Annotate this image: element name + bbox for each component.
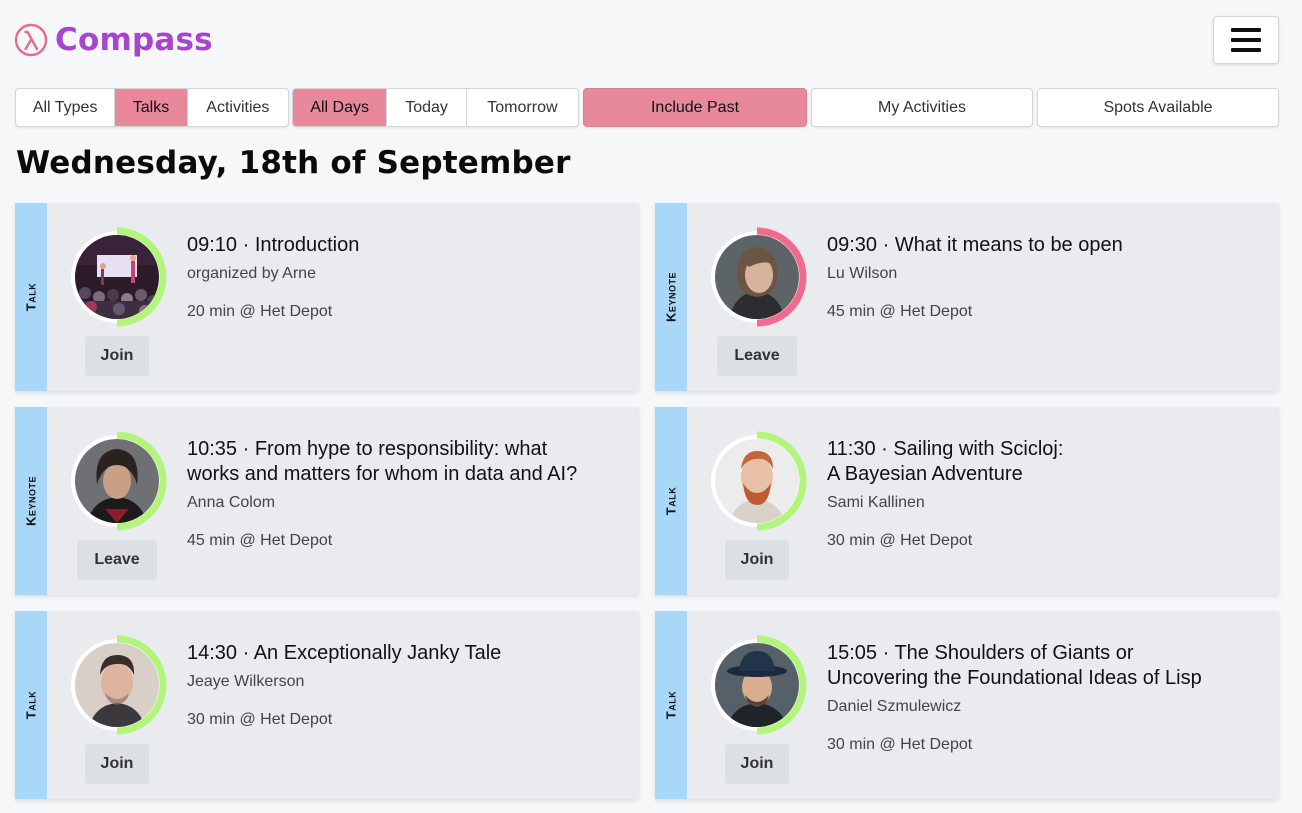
avatar-progress [707,635,807,735]
session-title-line: works and matters for whom in data and A… [187,463,578,485]
session-info: 09:10 · Introduction organized by Arne 2… [187,233,627,322]
session-type-stripe: Keynote [655,203,687,391]
session-card[interactable]: Keynote Leave 10:35 · From hype to respo… [15,407,639,595]
speaker-photo [75,439,159,523]
day-filter-group: All Days Today Tomorrow [292,88,579,127]
session-type-label: Keynote [663,272,679,322]
session-speaker: Anna Colom [187,494,276,511]
session-title-line: Uncovering the Foundational Ideas of Lis… [827,667,1202,689]
session-type-stripe: Talk [655,407,687,595]
session-photo [75,235,159,319]
session-title[interactable]: 09:30 · What it means to be open [827,233,1267,258]
session-card[interactable]: Talk Join 11:30 · Sailing with Scicloj: … [655,407,1279,595]
app-logo[interactable]: Compass [14,22,213,58]
speaker-portrait-image [715,235,799,319]
session-card[interactable]: Talk Join 09:10 · Introduction organized… [15,203,639,391]
filter-activities[interactable]: Activities [188,89,288,126]
speaker-photo [715,235,799,319]
session-title[interactable]: 11:30 · Sailing with Scicloj: A Bayesian… [827,437,1267,487]
spots-available-toggle[interactable]: Spots Available [1037,88,1279,127]
session-meta: 45 min @ Het Depot [187,532,333,549]
session-type-label: Talk [23,690,39,720]
session-meta: 30 min @ Het Depot [827,736,973,753]
session-title-line: 11:30 · Sailing with Scicloj: [827,438,1064,460]
join-button[interactable]: Join [725,744,789,784]
speaker-photo [715,439,799,523]
app-title: Compass [55,22,213,58]
speaker-portrait-image [715,439,799,523]
session-card[interactable]: Keynote Leave 09:30 · What it means to b… [655,203,1279,391]
avatar-progress [67,635,167,735]
filter-all-types[interactable]: All Types [16,89,116,126]
session-type-stripe: Talk [655,611,687,799]
hamburger-menu-icon-bar [1231,48,1261,52]
session-type-label: Talk [23,282,39,312]
session-info: 11:30 · Sailing with Scicloj: A Bayesian… [827,437,1267,551]
app-header: Compass [0,0,1302,80]
session-speaker: Sami Kallinen [827,494,925,511]
filter-talks[interactable]: Talks [115,89,188,126]
session-info: 09:30 · What it means to be open Lu Wils… [827,233,1267,322]
session-type-label: Talk [663,486,679,516]
hamburger-menu-button[interactable] [1213,16,1279,64]
speaker-portrait-image [75,643,159,727]
session-info: 15:05 · The Shoulders of Giants or Uncov… [827,641,1267,755]
speaker-portrait-image [75,439,159,523]
session-type-label: Keynote [23,476,39,526]
avatar-progress [67,227,167,327]
filter-tomorrow[interactable]: Tomorrow [467,89,578,126]
session-speaker: Jeaye Wilkerson [187,673,305,690]
type-filter-group: All Types Talks Activities [15,88,289,127]
avatar-progress [707,227,807,327]
speaker-photo [715,643,799,727]
leave-button[interactable]: Leave [77,540,157,580]
join-button[interactable]: Join [725,540,789,580]
filter-all-days[interactable]: All Days [293,89,388,126]
leave-button[interactable]: Leave [717,336,797,376]
session-speaker: Daniel Szmulewicz [827,698,962,715]
session-type-stripe: Keynote [15,407,47,595]
session-title-line: 10:35 · From hype to responsibility: wha… [187,438,548,460]
session-title-line: 15:05 · The Shoulders of Giants or [827,642,1134,664]
session-meta: 30 min @ Het Depot [827,532,973,549]
filter-today[interactable]: Today [387,89,467,126]
avatar-progress [67,431,167,531]
session-meta: 30 min @ Het Depot [187,711,333,728]
session-title[interactable]: 09:10 · Introduction [187,233,627,258]
speaker-photo [75,643,159,727]
session-title[interactable]: 15:05 · The Shoulders of Giants or Uncov… [827,641,1267,691]
speaker-portrait-image [715,643,799,727]
session-info: 10:35 · From hype to responsibility: wha… [187,437,627,551]
session-title-line: A Bayesian Adventure [827,463,1023,485]
session-speaker: Lu Wilson [827,265,898,282]
session-organizer: organized by Arne [187,265,316,282]
session-type-label: Talk [663,690,679,720]
lambda-circle-icon [14,23,48,57]
hamburger-menu-icon-bar [1231,38,1261,42]
session-card[interactable]: Talk Join 15:05 · The Shoulders of Giant… [655,611,1279,799]
day-heading: Wednesday, 18th of September [16,145,571,181]
session-meta: 20 min @ Het Depot [187,303,333,320]
session-info: 14:30 · An Exceptionally Janky Tale Jeay… [187,641,627,730]
hamburger-menu-icon-bar [1231,28,1261,32]
include-past-toggle[interactable]: Include Past [583,88,807,127]
session-title[interactable]: 10:35 · From hype to responsibility: wha… [187,437,627,487]
session-card[interactable]: Talk Join 14:30 · An Exceptionally Janky… [15,611,639,799]
join-button[interactable]: Join [85,336,149,376]
session-title[interactable]: 14:30 · An Exceptionally Janky Tale [187,641,627,666]
my-activities-toggle[interactable]: My Activities [811,88,1033,127]
session-type-stripe: Talk [15,611,47,799]
avatar-progress [707,431,807,531]
session-meta: 45 min @ Het Depot [827,303,973,320]
session-type-stripe: Talk [15,203,47,391]
join-button[interactable]: Join [85,744,149,784]
stage-photo-image [75,235,159,319]
